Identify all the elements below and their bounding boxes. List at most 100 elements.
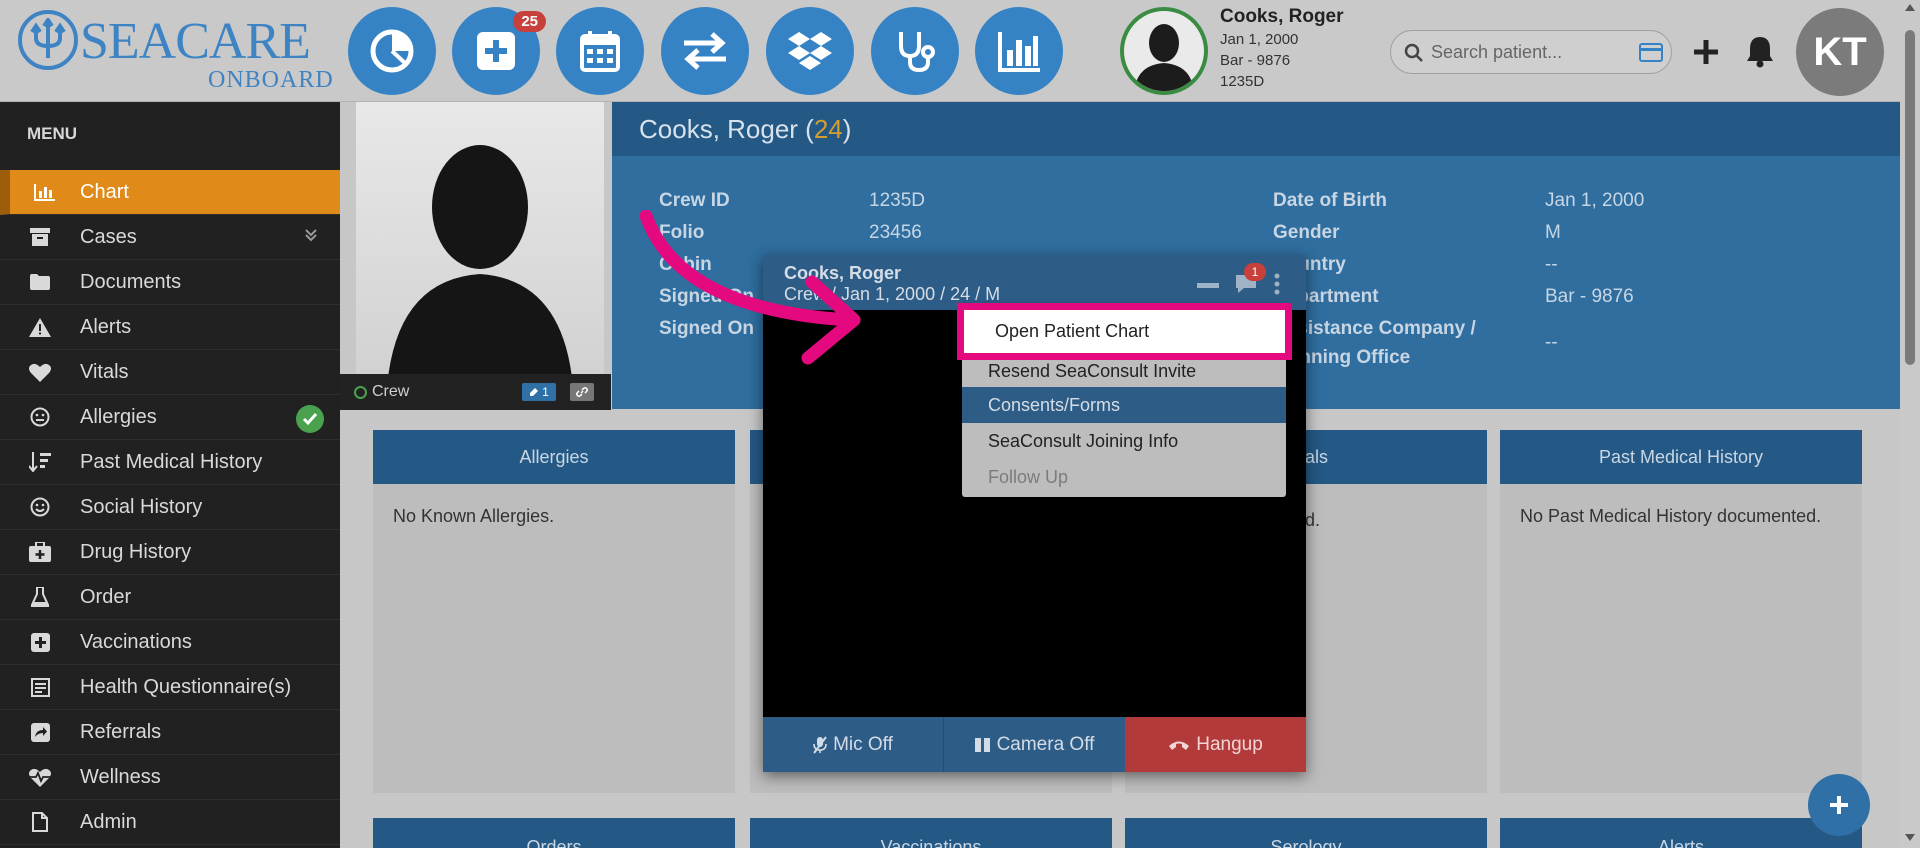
sidebar-item-health-questionnaires[interactable]: Health Questionnaire(s)	[0, 665, 340, 710]
scroll-down-arrow-icon[interactable]	[1905, 834, 1915, 841]
edit-icon	[530, 388, 539, 396]
link-chip[interactable]	[570, 383, 594, 401]
calendar-button[interactable]	[556, 7, 644, 95]
serology-card[interactable]: Serology	[1125, 818, 1487, 848]
sidebar-item-past-medical-history[interactable]: Past Medical History	[0, 440, 340, 485]
sidebar-item-documents[interactable]: Documents	[0, 260, 340, 305]
user-avatar[interactable]: KT	[1796, 8, 1884, 96]
card-title: Vaccinations	[750, 818, 1112, 848]
hangup-label: Hangup	[1196, 733, 1263, 755]
minimize-icon[interactable]	[1197, 283, 1219, 289]
scroll-up-arrow-icon[interactable]	[1905, 4, 1915, 11]
signed-on-label: Signed On	[659, 286, 754, 307]
dropbox-button[interactable]	[766, 7, 854, 95]
sidebar-item-alerts[interactable]: Alerts	[0, 305, 340, 350]
archive-icon	[30, 228, 50, 246]
chat-count-badge: 1	[1244, 263, 1266, 281]
add-floating-button[interactable]	[1808, 774, 1870, 836]
folder-icon	[30, 274, 50, 290]
sidebar-item-order[interactable]: Order	[0, 575, 340, 620]
case-count: 1	[542, 385, 549, 399]
sidebar-item-chart[interactable]: Chart	[0, 170, 340, 215]
status-dot-icon	[354, 385, 367, 399]
sidebar-item-social-history[interactable]: Social History	[0, 485, 340, 530]
sidebar-item-label: Chart	[80, 180, 129, 203]
seacare-logo[interactable]: SEACARE ONBOARD	[18, 10, 338, 92]
sidebar-menu: Chart Cases Documents Alerts Vitals Alle…	[0, 170, 340, 845]
mic-off-button[interactable]: Mic Off	[763, 717, 944, 772]
medkit-icon	[29, 542, 51, 562]
open-patient-chart-label: Open Patient Chart	[995, 321, 1150, 341]
past-medical-history-card[interactable]: Past Medical History No Past Medical His…	[1500, 430, 1862, 793]
case-count-chip[interactable]: 1	[522, 383, 556, 401]
camera-off-button[interactable]: Camera Off	[944, 717, 1125, 772]
consult-button[interactable]	[871, 7, 959, 95]
sidebar-item-allergies[interactable]: Allergies	[0, 395, 340, 440]
file-icon	[32, 812, 48, 832]
orders-card[interactable]: Orders	[373, 818, 735, 848]
card-scan-icon[interactable]	[1639, 43, 1663, 62]
patient-search[interactable]	[1390, 30, 1672, 74]
sidebar-item-label: Past Medical History	[80, 450, 263, 473]
dashboard-button[interactable]	[348, 7, 436, 95]
menu-item-open-patient-chart[interactable]: Open Patient Chart	[957, 303, 1292, 360]
alerts-card[interactable]: Alerts	[1500, 818, 1862, 848]
dropbox-icon	[788, 32, 832, 70]
pie-chart-icon	[370, 29, 414, 73]
vaccinations-card[interactable]: Vaccinations	[750, 818, 1112, 848]
mic-off-icon	[813, 735, 827, 754]
transfer-button[interactable]	[661, 7, 749, 95]
card-body: No Known Allergies.	[393, 506, 555, 526]
sidebar-item-vitals[interactable]: Vitals	[0, 350, 340, 395]
reports-button[interactable]	[975, 7, 1063, 95]
sidebar-item-label: Drug History	[80, 540, 192, 563]
bell-icon[interactable]	[1745, 34, 1775, 68]
card-title: Alerts	[1500, 818, 1862, 848]
add-icon[interactable]	[1692, 38, 1720, 66]
sidebar-item-label: Health Questionnaire(s)	[80, 675, 292, 698]
page-scrollbar[interactable]	[1900, 0, 1920, 848]
patient-department: Bar - 9876	[1220, 52, 1291, 69]
sidebar-item-referrals[interactable]: Referrals	[0, 710, 340, 755]
gender-label: Gender	[1273, 222, 1340, 243]
sidebar-item-vaccinations[interactable]: Vaccinations	[0, 620, 340, 665]
cabin-label: Cabin	[659, 254, 712, 275]
warning-icon	[29, 317, 51, 337]
menu-title: MENU	[27, 124, 78, 143]
scrollbar-thumb[interactable]	[1905, 30, 1915, 365]
new-case-button[interactable]: 25	[452, 7, 546, 95]
patient-dob: Jan 1, 2000	[1220, 31, 1299, 48]
call-header[interactable]: Cooks, Roger Crew / Jan 1, 2000 / 24 / M…	[763, 255, 1306, 310]
patient-photo[interactable]	[356, 102, 604, 409]
sidebar-item-label: Admin	[80, 810, 137, 833]
crew-status: Crew	[354, 383, 409, 401]
dob-label: Date of Birth	[1273, 190, 1387, 211]
menu-item-follow-up[interactable]: Follow Up	[962, 459, 1286, 495]
folio-value: 23456	[869, 222, 922, 243]
current-patient[interactable]: Cooks, Roger Jan 1, 2000 Bar - 9876 1235…	[1120, 6, 1390, 97]
calendar-icon	[580, 31, 620, 72]
flask-icon	[31, 587, 49, 607]
sidebar-item-label: Allergies	[80, 405, 157, 428]
card-title: Serology	[1125, 818, 1487, 848]
sidebar-item-admin[interactable]: Admin	[0, 800, 340, 845]
sidebar-item-wellness[interactable]: Wellness	[0, 755, 340, 800]
sidebar-item-drug-history[interactable]: Drug History	[0, 530, 340, 575]
menu-item-joining-info[interactable]: SeaConsult Joining Info	[962, 423, 1286, 459]
trident-emblem-icon	[18, 10, 78, 70]
more-options-icon[interactable]	[1274, 273, 1280, 295]
sidebar-item-label: Order	[80, 585, 132, 608]
hangup-button[interactable]: Hangup	[1125, 717, 1306, 772]
allergies-card[interactable]: Allergies No Known Allergies.	[373, 430, 735, 793]
exchange-arrows-icon	[684, 32, 726, 70]
search-input[interactable]	[1431, 39, 1621, 65]
sort-icon	[29, 452, 51, 472]
camera-off-label: Camera Off	[996, 733, 1095, 755]
plus-icon	[1830, 796, 1848, 814]
face-icon	[30, 407, 50, 427]
double-chevron-down-icon[interactable]	[304, 228, 318, 242]
brand-name: SEACARE	[80, 13, 311, 70]
menu-item-consents-forms[interactable]: Consents/Forms	[962, 387, 1286, 423]
sidebar-item-label: Vitals	[80, 360, 129, 383]
sidebar-item-cases[interactable]: Cases	[0, 215, 340, 260]
